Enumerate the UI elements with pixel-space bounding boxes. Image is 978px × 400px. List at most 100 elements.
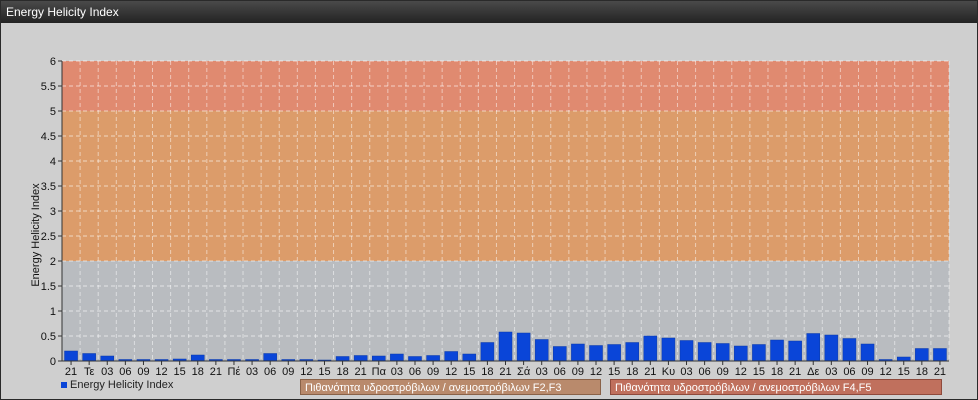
- bar: [842, 338, 857, 362]
- bar: [335, 356, 350, 362]
- x-tick-label: 09: [572, 366, 584, 378]
- x-tick-label: 15: [174, 366, 186, 378]
- x-tick-label: Κυ: [662, 366, 675, 378]
- x-tick-label: 06: [409, 366, 421, 378]
- x-tick-label: 18: [626, 366, 638, 378]
- x-tick-label: Πα: [372, 366, 387, 378]
- bar: [896, 356, 911, 362]
- x-tick-label: 15: [463, 366, 475, 378]
- x-tick-label: 12: [735, 366, 747, 378]
- x-tick-label: 03: [101, 366, 113, 378]
- x-tick-label: 21: [934, 366, 946, 378]
- legend-band-f4-f5[interactable]: Πιθανότητα υδροστρόβιλων / ανεμοστρόβιλω…: [610, 379, 942, 395]
- bar: [661, 337, 676, 362]
- bar: [263, 353, 277, 362]
- bar: [625, 342, 639, 362]
- title-bar: Energy Helicity Index: [1, 1, 977, 23]
- bar: [697, 342, 712, 362]
- x-tick-label: 12: [880, 366, 892, 378]
- x-tick-label: Τε: [84, 366, 95, 378]
- bar: [190, 354, 205, 362]
- x-tick-label: 09: [427, 366, 439, 378]
- y-tick-label: 5.5: [41, 81, 56, 93]
- bar: [534, 339, 549, 362]
- bar: [480, 342, 495, 362]
- bar: [643, 335, 658, 362]
- bar: [860, 343, 875, 362]
- x-tick-label: 03: [680, 366, 692, 378]
- x-tick-label: 03: [825, 366, 837, 378]
- bar: [426, 355, 440, 362]
- x-tick-label: 12: [445, 366, 457, 378]
- x-tick-label: 09: [137, 366, 149, 378]
- x-tick-label: 21: [499, 366, 511, 378]
- x-tick-label: Σά: [517, 366, 531, 378]
- y-tick-label: 3.5: [41, 181, 56, 193]
- x-tick-label: 12: [300, 366, 312, 378]
- bar: [752, 344, 766, 362]
- bar: [589, 345, 603, 362]
- bar: [715, 343, 730, 362]
- bar: [806, 333, 821, 362]
- y-tick-label: 4.5: [41, 131, 56, 143]
- x-tick-label: 06: [698, 366, 710, 378]
- x-tick-label: 03: [536, 366, 548, 378]
- window-title: Energy Helicity Index: [6, 5, 119, 19]
- bar: [372, 355, 386, 362]
- x-tick-label: 18: [916, 366, 928, 378]
- x-tick-label: 09: [282, 366, 294, 378]
- bar: [462, 353, 477, 362]
- bar: [390, 353, 404, 362]
- x-tick-label: 15: [753, 366, 765, 378]
- bar: [408, 356, 422, 362]
- x-tick-label: 03: [391, 366, 403, 378]
- x-tick-label: 06: [119, 366, 131, 378]
- bar: [64, 350, 78, 362]
- bar: [553, 346, 567, 362]
- x-tick-label: 18: [192, 366, 204, 378]
- legend-series-label: Energy Helicity Index: [70, 379, 174, 391]
- x-tick-label: Δε: [807, 366, 819, 378]
- x-tick-label: 18: [771, 366, 783, 378]
- bar: [516, 332, 531, 362]
- bar: [679, 340, 694, 362]
- bar: [498, 331, 513, 362]
- x-tick-label: 03: [246, 366, 258, 378]
- bar: [444, 351, 458, 362]
- bar: [734, 345, 748, 362]
- legend-series-item[interactable]: Energy Helicity Index: [61, 379, 173, 391]
- chart: 0 0.5 1 1.5 2 2.5 3 3.5 4 4.5 5 5.5 6 21 Τε 03 06 09 12 15 1…: [30, 56, 950, 378]
- legend-band-f2-f3[interactable]: Πιθανότητα υδροστρόβιλων / ανεμοστρόβιλω…: [300, 379, 601, 395]
- bar: [353, 355, 368, 362]
- bar: [607, 344, 621, 362]
- y-tick-label: 6: [50, 56, 56, 68]
- bar: [824, 334, 839, 362]
- y-axis-label: Energy Helicity Index: [30, 183, 42, 287]
- y-tick-label: 5: [50, 106, 56, 118]
- bar: [788, 340, 802, 362]
- bar: [82, 353, 96, 362]
- y-tick-label: 0.5: [41, 331, 56, 343]
- x-tick-label: Πέ: [228, 366, 241, 378]
- y-tick-label: 1.5: [41, 281, 56, 293]
- x-tick-label: 21: [210, 366, 222, 378]
- y-tick-label: 2.5: [41, 231, 56, 243]
- chart-window: Energy Helicity Index 0 0.5 1 1.5 2 2.5 3 3.5 4 4…: [0, 0, 978, 400]
- bar: [915, 348, 929, 362]
- bar: [933, 348, 947, 362]
- x-tick-label: 21: [644, 366, 656, 378]
- legend-swatch: [61, 382, 67, 389]
- x-tick-label: 09: [861, 366, 873, 378]
- x-tick-label: 18: [481, 366, 493, 378]
- y-tick-label: 2: [50, 256, 56, 268]
- x-tick-label: 21: [65, 366, 77, 378]
- x-tick-label: 21: [789, 366, 801, 378]
- y-tick-label: 4: [50, 156, 56, 168]
- x-tick-label: 06: [264, 366, 276, 378]
- x-tick-label: 18: [336, 366, 348, 378]
- x-tick-label: 12: [155, 366, 167, 378]
- y-tick-label: 1: [50, 306, 56, 318]
- x-tick-label: 15: [318, 366, 330, 378]
- bar: [100, 355, 115, 362]
- bar: [571, 343, 585, 362]
